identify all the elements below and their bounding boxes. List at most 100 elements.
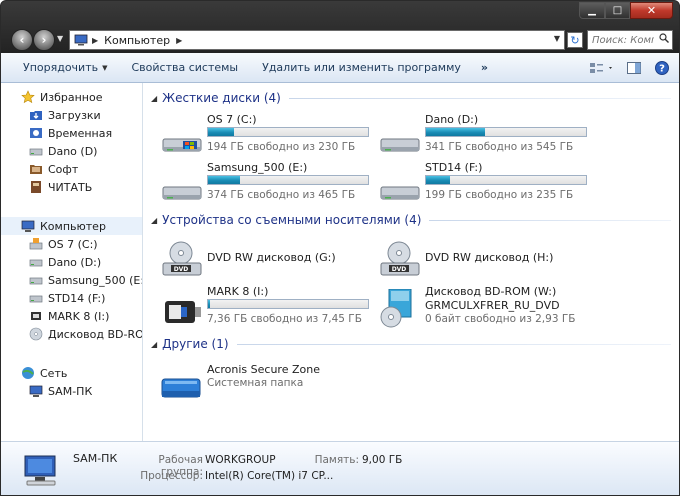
caret-down-icon: ▼ [102,63,108,72]
navigation-row: ‹ › ▼ ▶ Компьютер ▶ ▼ ↻ [9,28,673,52]
computer-icon [24,455,56,486]
sidebar-item-read[interactable]: ЧИТАТЬ [1,178,142,196]
sidebar-item-d[interactable]: Dano (D:) [1,253,142,271]
group-header-other[interactable]: ◢ Другие (1) [151,337,671,351]
collapse-icon: ◢ [151,93,158,103]
group-header-removable[interactable]: ◢ Устройства со съемными носителями (4) [151,213,671,227]
cpu-label: Процессор: [140,470,203,482]
recent-pages-dropdown[interactable]: ▼ [57,34,63,43]
help-button[interactable]: ? [651,57,673,79]
collapse-icon: ◢ [151,339,158,349]
svg-text:DVD: DVD [392,266,407,273]
group-title: Другие (1) [162,337,229,351]
sidebar-network-label: Сеть [40,366,68,380]
dvd-drive-tile[interactable]: DVD DVD RW дисковод (G:) [159,237,369,281]
svg-text:?: ? [659,64,665,75]
minimize-button[interactable]: ▁ [579,2,605,19]
bd-disc-icon [380,289,412,328]
change-view-button[interactable] [587,57,617,79]
preview-pane-icon [627,62,641,74]
sidebar-item-sam-pc[interactable]: SAM-ПК [1,382,142,400]
maximize-button[interactable]: □ [605,2,630,19]
help-icon: ? [655,61,669,75]
address-dropdown-icon[interactable]: ▼ [554,34,560,43]
sidebar-favorites[interactable]: Избранное [1,88,142,106]
address-bar[interactable]: ▶ Компьютер ▶ ▼ [69,30,565,50]
window-controls: ▁ □ ✕ [579,2,673,19]
drive-icon [29,255,43,269]
drive-tile[interactable]: STD14 (F:) 199 ГБ свободно из 235 ГБ [377,161,587,205]
group-title: Устройства со съемными носителями (4) [162,213,422,227]
search-input[interactable] [592,32,654,48]
preview-pane-button[interactable] [623,57,645,79]
sidebar-item-c[interactable]: OS 7 (C:) [1,235,142,253]
refresh-icon: ↻ [570,33,580,47]
title-bar: ▁ □ ✕ ‹ › ▼ ▶ Компьютер ▶ ▼ ↻ [1,1,679,53]
sidebar-network[interactable]: Сеть [1,364,142,382]
usb-drive-icon [29,309,43,323]
drive-tile[interactable]: OS 7 (C:) 194 ГБ свободно из 230 ГБ [159,113,369,157]
drive-icon [162,186,202,200]
more-commands-button[interactable]: » [473,61,496,74]
sidebar-item-dano[interactable]: Dano (D) [1,142,142,160]
system-properties-button[interactable]: Свойства системы [120,57,251,79]
usage-bar [207,175,369,185]
usb-drive-icon [165,301,201,323]
breadcrumb-computer[interactable]: Компьютер [104,34,170,47]
sidebar-item-i[interactable]: MARK 8 (I:) [1,307,142,325]
collapse-icon: ◢ [151,215,158,225]
recent-icon [29,126,43,140]
group-header-hdd[interactable]: ◢ Жесткие диски (4) [151,91,671,105]
drive-icon [380,186,420,200]
usb-drive-tile[interactable]: MARK 8 (I:) 7,36 ГБ свободно из 7,45 ГБ [159,285,369,329]
acronis-zone-tile[interactable]: Acronis Secure Zone Системная папка [159,363,369,407]
sidebar-computer-label: Компьютер [40,219,106,233]
uninstall-program-button[interactable]: Удалить или изменить программу [250,57,473,79]
drive-icon [29,273,43,287]
sidebar-item-f[interactable]: STD14 (F:) [1,289,142,307]
book-icon [29,180,43,194]
refresh-button[interactable]: ↻ [567,32,583,48]
content-pane: ◢ Жесткие диски (4) OS 7 (C:) 194 ГБ сво… [143,83,679,441]
drive-tile[interactable]: Samsung_500 (E:) 374 ГБ свободно из 465 … [159,161,369,205]
network-icon [21,366,35,380]
computer-name: SAM-ПК [73,452,118,465]
arrow-left-icon: ‹ [19,33,25,47]
breadcrumb-chevron-icon[interactable]: ▶ [176,36,182,45]
memory-label: Память: [314,454,359,466]
usage-bar [207,127,369,137]
explorer-window: ▁ □ ✕ ‹ › ▼ ▶ Компьютер ▶ ▼ ↻ Поиск: Ком… [0,0,680,496]
dvd-drive-tile[interactable]: DVD DVD RW дисковод (H:) [377,237,587,281]
search-icon[interactable] [659,33,669,43]
sidebar-favorites-label: Избранное [40,90,103,104]
usage-bar [207,299,369,309]
search-box[interactable] [587,30,673,50]
usage-bar [425,175,587,185]
dvd-drive-icon: DVD [162,241,202,276]
close-button[interactable]: ✕ [630,2,673,19]
drive-icon [380,138,420,152]
drive-icon [29,291,43,305]
sidebar-item-soft[interactable]: Софт [1,160,142,178]
arrow-right-icon: › [41,33,47,47]
workgroup-value: WORKGROUP [205,454,276,466]
navigation-pane: Избранное Загрузки Временная Dano (D) Со… [1,83,143,441]
organize-label: Упорядочить [23,61,99,74]
usage-bar [425,127,587,137]
sidebar-item-w[interactable]: Дисковод BD-ROM ( [1,325,142,343]
computer-icon [74,34,88,46]
drive-icon [29,144,43,158]
organize-button[interactable]: Упорядочить ▼ [1,57,120,79]
bd-rom-tile[interactable]: Дисковод BD-ROM (W:) GRMCULXFRER_RU_DVD … [377,285,587,329]
view-icon [590,63,612,73]
breadcrumb-chevron-icon[interactable]: ▶ [92,36,98,45]
sidebar-item-e[interactable]: Samsung_500 (E:) [1,271,142,289]
sidebar-computer[interactable]: Компьютер [1,217,142,235]
forward-button[interactable]: › [33,29,55,51]
sidebar-item-downloads[interactable]: Загрузки [1,106,142,124]
back-button[interactable]: ‹ [11,29,33,51]
memory-value: 9,00 ГБ [362,454,403,466]
drive-tile[interactable]: Dano (D:) 341 ГБ свободно из 545 ГБ [377,113,587,157]
sidebar-item-recent[interactable]: Временная [1,124,142,142]
secure-zone-icon [161,378,201,398]
